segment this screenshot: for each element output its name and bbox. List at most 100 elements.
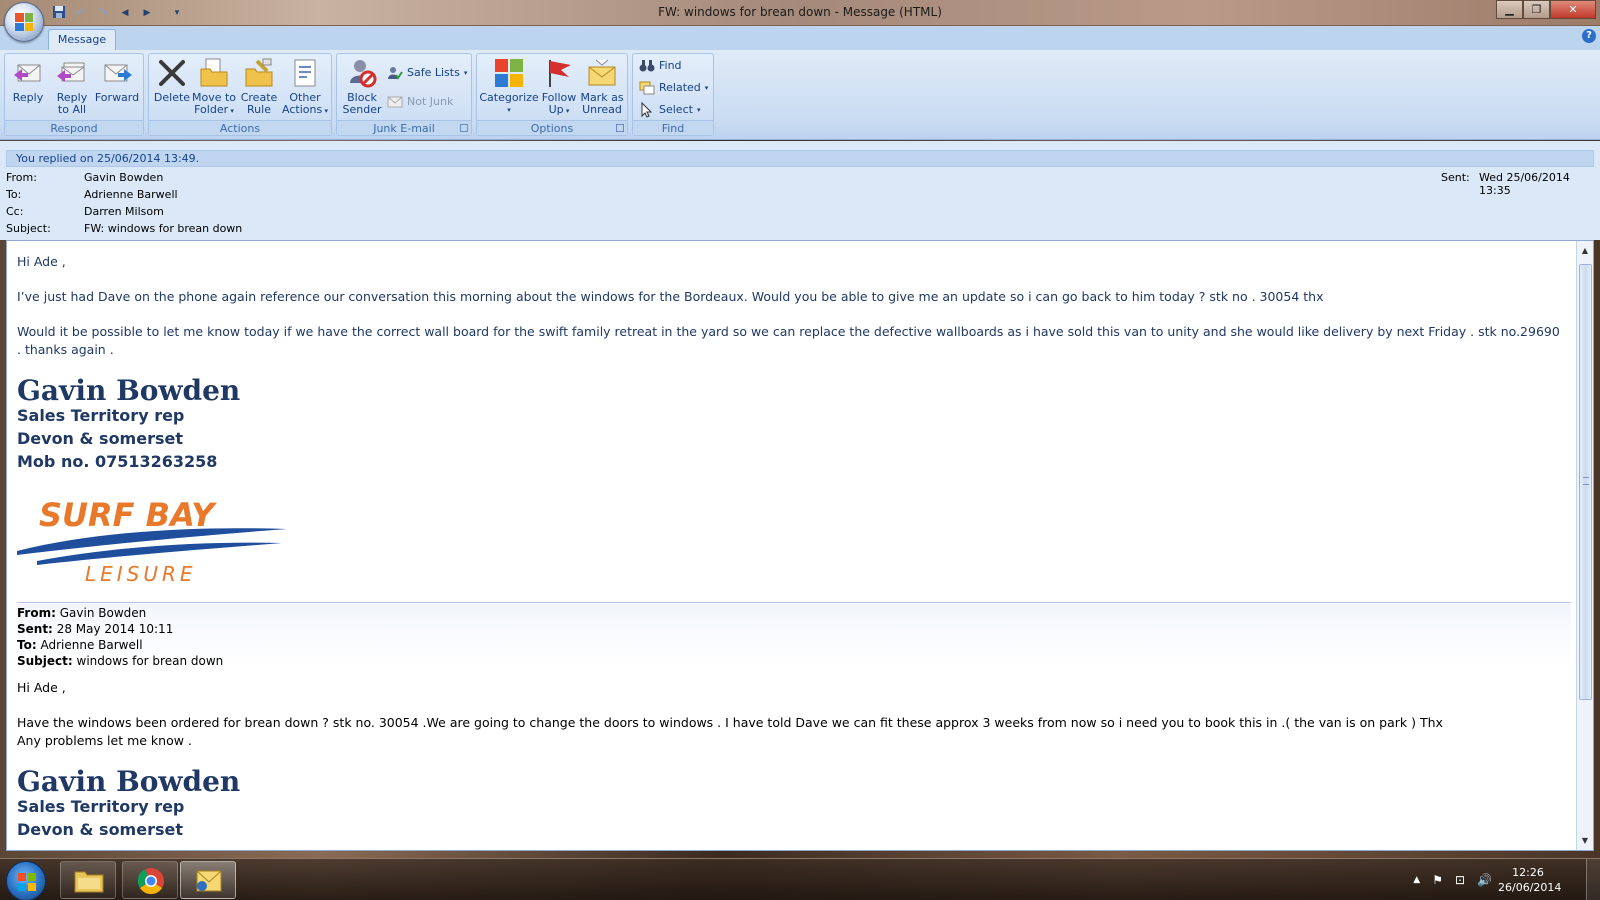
fw-subject: Subject: windows for brean down — [17, 654, 224, 668]
fw-signature-name: Gavin Bowden — [17, 765, 241, 798]
clock-time: 12:26 — [1512, 866, 1544, 879]
categorize-button[interactable]: Categorize ▾ — [479, 57, 539, 121]
logo-text-surf-bay: SURF BAY — [39, 496, 217, 534]
vertical-scrollbar[interactable]: ▲ ▼ — [1576, 241, 1593, 850]
system-tray: ▲ ⚑ ⊡ 🔊 — [1413, 859, 1492, 900]
group-label-actions: Actions — [149, 120, 331, 135]
paragraph-2: Would it be possible to let me know toda… — [17, 324, 1560, 357]
delete-button[interactable]: Delete — [153, 57, 191, 121]
signature-area: Devon & somerset — [17, 429, 183, 448]
close-button[interactable]: ✕ — [1550, 0, 1596, 19]
not-junk-icon — [387, 94, 403, 110]
start-button[interactable] — [6, 861, 46, 900]
fw-paragraph-2: Any problems let me know . — [17, 733, 192, 748]
reply-button[interactable]: Reply — [9, 57, 47, 121]
help-icon[interactable]: ? — [1582, 29, 1596, 43]
fw-greeting: Hi Ade , — [17, 680, 66, 695]
signature-name: Gavin Bowden — [17, 374, 241, 407]
info-bar[interactable]: You replied on 25/06/2014 13:49. — [6, 150, 1594, 167]
logo-text-leisure: LEISURE — [85, 562, 197, 586]
other-actions-icon — [289, 57, 321, 89]
action-center-flag-icon[interactable]: ⚑ — [1432, 873, 1443, 887]
fw-paragraph-1: Have the windows been ordered for brean … — [17, 715, 1443, 730]
title-bar: ↶ ↷ ◀ ▶ ▾ FW: windows for brean down - M… — [0, 0, 1600, 26]
outlook-icon — [196, 870, 222, 892]
minimize-button[interactable]: ▁ — [1496, 0, 1523, 19]
other-actions-button[interactable]: Other Actions ▾ — [281, 57, 329, 121]
tab-message[interactable]: Message — [48, 29, 116, 50]
message-header: You replied on 25/06/2014 13:49. From: G… — [0, 141, 1600, 240]
group-label-options: Options — [477, 120, 627, 135]
forward-button[interactable]: Forward — [93, 57, 141, 121]
from-value[interactable]: Gavin Bowden — [84, 170, 163, 186]
junk-email-options-launcher[interactable] — [460, 124, 468, 132]
fw-signature-area: Devon & somerset — [17, 820, 183, 839]
follow-up-flag-icon — [543, 57, 575, 89]
signature-mobile: Mob no. 07513263258 — [17, 452, 218, 471]
delete-icon — [156, 57, 188, 89]
related-button[interactable]: Related ▾ — [639, 78, 708, 98]
fw-signature-title: Sales Territory rep — [17, 797, 185, 816]
restore-button[interactable]: ❐ — [1523, 0, 1550, 19]
fw-sent: Sent: 28 May 2014 10:11 — [17, 622, 174, 636]
window-controls: ▁ ❐ ✕ — [1496, 0, 1596, 19]
options-launcher[interactable] — [616, 124, 624, 132]
taskbar-explorer[interactable] — [60, 861, 116, 899]
greeting: Hi Ade , — [17, 254, 66, 269]
taskbar-chrome[interactable] — [122, 861, 178, 899]
move-to-folder-button[interactable]: Move to Folder ▾ — [191, 57, 237, 121]
binoculars-icon — [639, 58, 655, 74]
cc-value[interactable]: Darren Milsom — [84, 204, 164, 220]
signature-title: Sales Territory rep — [17, 406, 185, 425]
to-value[interactable]: Adrienne Barwell — [84, 187, 178, 203]
folder-icon — [74, 871, 104, 893]
reply-icon — [12, 57, 44, 89]
taskbar-outlook[interactable] — [180, 861, 236, 899]
reply-all-button[interactable]: Reply to All — [51, 57, 93, 121]
group-label-find: Find — [633, 120, 713, 135]
taskbar: ▲ ⚑ ⊡ 🔊 12:26 26/06/2014 — [0, 858, 1600, 900]
create-rule-icon — [243, 57, 275, 89]
follow-up-button[interactable]: Follow Up ▾ — [539, 57, 579, 121]
group-label-junk-email: Junk E-mail — [337, 120, 471, 135]
window-title: FW: windows for brean down - Message (HT… — [658, 5, 942, 19]
mark-as-unread-button[interactable]: Mark as Unread — [579, 57, 625, 121]
volume-icon[interactable]: 🔊 — [1477, 873, 1492, 887]
chrome-icon — [137, 868, 164, 895]
office-button[interactable] — [4, 2, 44, 42]
categorize-icon — [493, 57, 525, 89]
block-sender-button[interactable]: Block Sender — [341, 57, 383, 121]
message-body[interactable]: Hi Ade , I’ve just had Dave on the phone… — [6, 240, 1594, 851]
scroll-down-arrow-icon[interactable]: ▼ — [1579, 835, 1591, 847]
group-options: Categorize ▾ Follow Up ▾ Mark as Unread … — [476, 53, 628, 136]
related-icon — [639, 80, 655, 96]
sent-label: Sent: — [1441, 171, 1470, 184]
windows-logo-icon — [18, 873, 36, 891]
block-sender-icon — [346, 57, 378, 89]
clock[interactable]: 12:26 26/06/2014 — [1498, 865, 1561, 895]
fw-to: To: Adrienne Barwell — [17, 638, 143, 652]
fw-from: From: Gavin Bowden — [17, 606, 147, 620]
ribbon-tab-strip: Message ? — [0, 26, 1600, 50]
mark-as-unread-icon — [586, 57, 618, 89]
surf-bay-leisure-logo: SURF BAY LEISURE — [17, 491, 292, 586]
create-rule-button[interactable]: Create Rule — [237, 57, 281, 121]
show-desktop-button[interactable] — [1586, 859, 1600, 900]
safe-lists-button[interactable]: Safe Lists ▾ — [387, 63, 467, 83]
select-button[interactable]: Select ▾ — [639, 100, 700, 120]
show-hidden-icons-icon[interactable]: ▲ — [1413, 875, 1420, 885]
safe-lists-icon — [387, 65, 403, 81]
group-actions: Delete Move to Folder ▾ Create Rule Othe… — [148, 53, 332, 136]
scroll-up-arrow-icon[interactable]: ▲ — [1579, 245, 1591, 257]
group-find: Find Related ▾ Select ▾ Find — [632, 53, 714, 136]
forward-divider — [17, 602, 1571, 603]
reply-all-icon — [56, 57, 88, 89]
subject-value: FW: windows for brean down — [84, 222, 243, 235]
scrollbar-thumb[interactable] — [1579, 264, 1592, 700]
network-icon[interactable]: ⊡ — [1455, 873, 1465, 887]
group-label-respond: Respond — [5, 120, 143, 135]
paragraph-1: I’ve just had Dave on the phone again re… — [17, 289, 1324, 304]
sent-value: Wed 25/06/2014 13:35 — [1479, 171, 1570, 197]
find-button[interactable]: Find — [639, 56, 682, 76]
not-junk-button[interactable]: Not Junk — [387, 92, 453, 112]
